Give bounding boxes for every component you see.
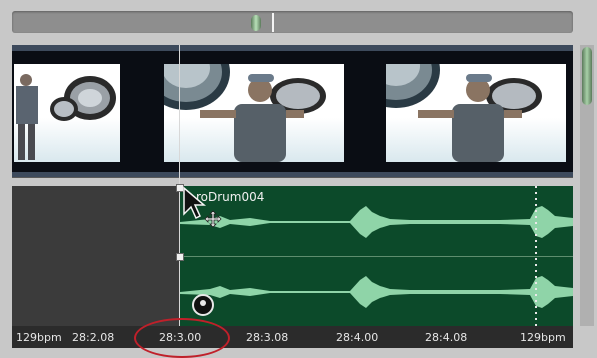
scrollbar-thumb[interactable]	[582, 47, 592, 105]
sync-lock-icon[interactable]	[192, 294, 214, 316]
video-thumbnail-1	[14, 64, 120, 162]
ruler-tempo-right: 129bpm	[520, 331, 566, 344]
ruler-tick: 28:2.08	[72, 331, 115, 344]
zoom-slider-handle[interactable]	[251, 15, 261, 31]
video-thumbnail-2	[164, 64, 344, 162]
ruler-tick: 28:4.00	[336, 331, 379, 344]
zoom-position-indicator	[272, 13, 274, 32]
highlight-ellipse	[134, 318, 230, 358]
track-divider	[12, 177, 573, 178]
ruler-tempo-left: 129bpm	[16, 331, 62, 344]
channel-divider	[180, 256, 573, 257]
playhead[interactable]	[179, 45, 180, 345]
move-cross-icon	[204, 210, 222, 228]
timeline-zoom-bar[interactable]	[12, 11, 573, 33]
ruler-tick: 28:4.08	[425, 331, 468, 344]
ruler-tick: 28:3.08	[246, 331, 289, 344]
beat-marker	[535, 186, 537, 326]
video-thumbnail-3	[386, 64, 566, 162]
clip-mid-handle[interactable]	[176, 253, 184, 261]
